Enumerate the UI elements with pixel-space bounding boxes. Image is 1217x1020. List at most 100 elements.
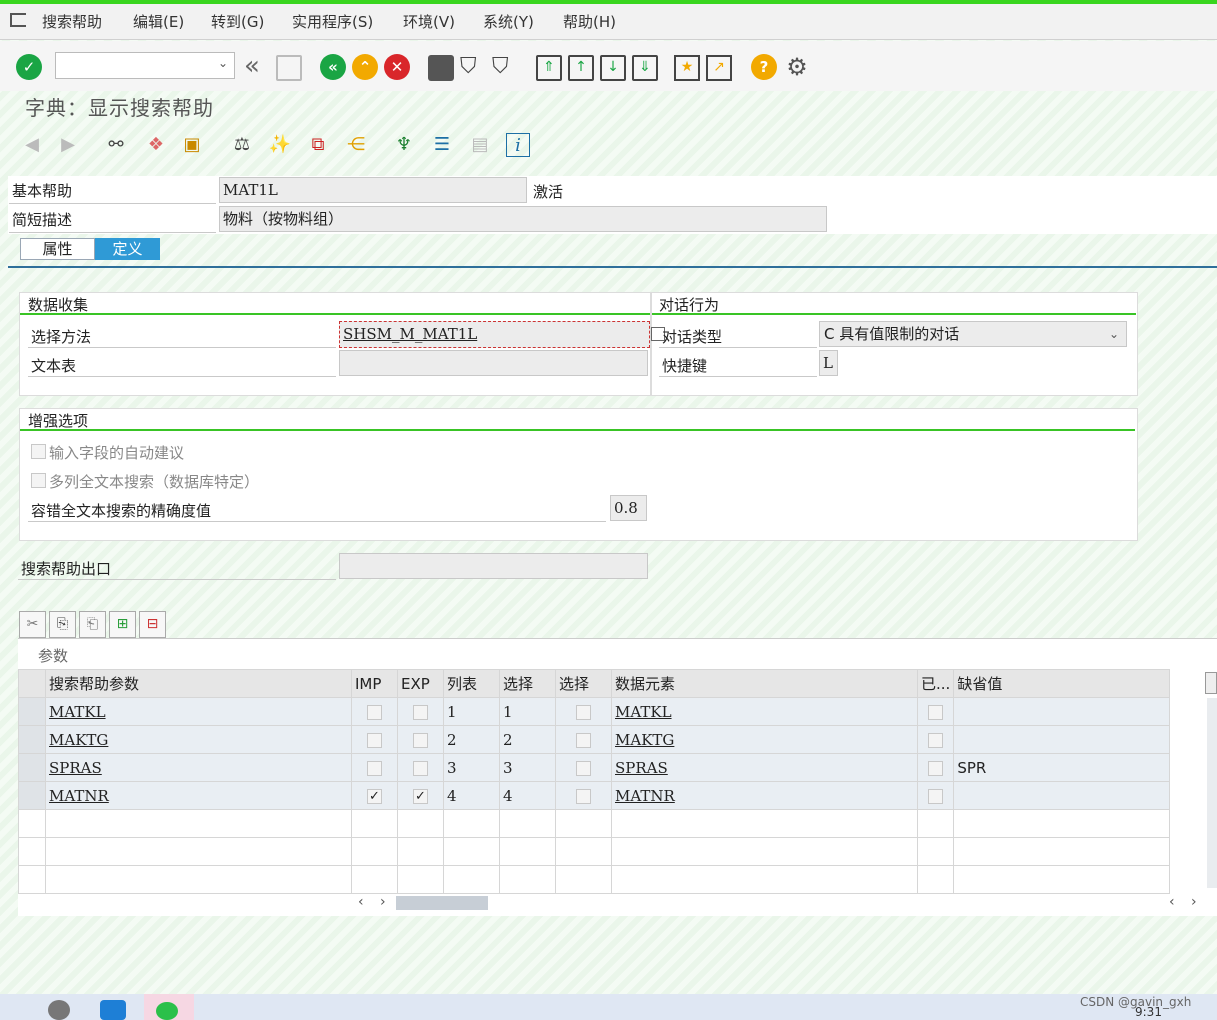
- check-icon[interactable]: ⚖: [230, 133, 254, 157]
- table-row-empty[interactable]: [18, 809, 1171, 838]
- copy-icon[interactable]: ⎘: [49, 611, 76, 638]
- activate-icon[interactable]: ▣: [180, 133, 204, 157]
- row-selector[interactable]: [18, 837, 46, 866]
- menu-edit[interactable]: 编辑(E): [133, 11, 184, 32]
- arrow-right-icon[interactable]: ▶: [56, 133, 80, 157]
- column-header[interactable]: 搜索帮助参数: [45, 669, 352, 698]
- horizontal-scrollbar-thumb[interactable]: [396, 896, 488, 910]
- app-icon[interactable]: [100, 1000, 126, 1020]
- column-header[interactable]: 选择: [499, 669, 556, 698]
- param-name-link[interactable]: MATKL: [49, 703, 106, 721]
- find-next-icon[interactable]: ⛉: [492, 54, 518, 80]
- menu-search-help[interactable]: 搜索帮助: [42, 11, 102, 32]
- sel-pos-cell[interactable]: 1: [499, 697, 556, 726]
- default-value-cell[interactable]: [953, 781, 1171, 810]
- cut-icon[interactable]: ✂: [19, 611, 46, 638]
- menu-goto[interactable]: 转到(G): [211, 11, 264, 32]
- last-page-icon[interactable]: ⇓: [632, 55, 658, 81]
- exp-checkbox[interactable]: ✓: [413, 788, 428, 804]
- row-selector[interactable]: [18, 809, 46, 838]
- basic-help-field[interactable]: MAT1L: [219, 177, 527, 203]
- wechat-icon[interactable]: [156, 1002, 178, 1020]
- modified-checkbox[interactable]: [928, 760, 944, 776]
- param-name-link[interactable]: SPRAS: [49, 759, 102, 777]
- column-header[interactable]: 列表: [443, 669, 500, 698]
- table-row-empty[interactable]: [18, 837, 1171, 866]
- data-element-link[interactable]: MAKTG: [615, 731, 674, 749]
- sel-pos-cell[interactable]: 4: [499, 781, 556, 810]
- fulltext-multicolumn-checkbox[interactable]: [31, 473, 46, 488]
- modified-checkbox[interactable]: [928, 788, 944, 804]
- print-icon[interactable]: [428, 55, 454, 81]
- scroll-right-icon[interactable]: ›: [380, 894, 386, 910]
- display-change-glasses-icon[interactable]: ⚯: [104, 133, 128, 157]
- tab-attributes[interactable]: 属性: [20, 238, 95, 260]
- info-icon[interactable]: i: [506, 133, 530, 157]
- hotkey-field[interactable]: L: [819, 350, 838, 376]
- magic-wand-icon[interactable]: ✨: [268, 133, 292, 157]
- text-table-field[interactable]: [339, 350, 648, 376]
- paste-icon[interactable]: ⎗: [79, 611, 106, 638]
- column-header[interactable]: 数据元素: [611, 669, 918, 698]
- menu-system[interactable]: 系统(Y): [483, 11, 534, 32]
- sdis-checkbox[interactable]: [576, 704, 591, 720]
- row-selector-header[interactable]: [18, 669, 46, 698]
- tab-definition[interactable]: 定义: [95, 238, 160, 260]
- selection-method-field[interactable]: SHSM_M_MAT1L: [339, 321, 650, 348]
- imp-checkbox[interactable]: [367, 760, 382, 776]
- save-icon[interactable]: [276, 55, 302, 81]
- table-row[interactable]: MATNR ✓ ✓ 4 4 MATNR: [18, 781, 1171, 810]
- other-object-icon[interactable]: ❖: [144, 133, 168, 157]
- settings-gear-icon[interactable]: ⚙: [784, 54, 810, 80]
- table-row-empty[interactable]: [18, 865, 1171, 894]
- data-element-link[interactable]: SPRAS: [615, 759, 668, 777]
- arrow-left-icon[interactable]: ◀: [20, 133, 44, 157]
- sdis-checkbox[interactable]: [576, 760, 591, 776]
- list-pos-cell[interactable]: 2: [443, 725, 500, 754]
- table-row[interactable]: MATKL 1 1 MATKL: [18, 697, 1171, 726]
- app-icon[interactable]: [48, 1000, 70, 1020]
- list-pos-cell[interactable]: 1: [443, 697, 500, 726]
- back-double-chevron-icon[interactable]: «: [244, 53, 270, 80]
- where-used-icon[interactable]: ⋲: [344, 133, 368, 157]
- short-desc-field[interactable]: 物料（按物料组）: [219, 206, 827, 232]
- insert-row-icon[interactable]: ⊞: [109, 611, 136, 638]
- column-header[interactable]: IMP: [351, 669, 398, 698]
- imp-checkbox[interactable]: [367, 732, 382, 748]
- exp-checkbox[interactable]: [413, 732, 428, 748]
- table-settings-icon[interactable]: [1205, 672, 1217, 694]
- layout-icon[interactable]: ☰: [430, 133, 454, 157]
- search-help-exit-field[interactable]: [339, 553, 648, 579]
- dialog-type-select[interactable]: C 具有值限制的对话 ⌄: [819, 321, 1127, 347]
- modified-checkbox[interactable]: [928, 704, 944, 720]
- cancel-icon[interactable]: ✕: [384, 54, 410, 80]
- sdis-checkbox[interactable]: [576, 732, 591, 748]
- scroll-left-icon[interactable]: ‹: [1169, 894, 1175, 910]
- menu-icon[interactable]: [10, 13, 26, 27]
- exp-checkbox[interactable]: [413, 704, 428, 720]
- sel-pos-cell[interactable]: 2: [499, 725, 556, 754]
- table-icon[interactable]: ▤: [468, 133, 492, 157]
- auto-suggest-checkbox[interactable]: [31, 444, 46, 459]
- enter-check-icon[interactable]: ✓: [16, 54, 42, 80]
- data-element-link[interactable]: MATKL: [615, 703, 672, 721]
- menu-environment[interactable]: 环境(V): [403, 11, 455, 32]
- imp-checkbox[interactable]: ✓: [367, 788, 382, 804]
- help-icon[interactable]: ?: [751, 54, 777, 80]
- first-page-icon[interactable]: ⇑: [536, 55, 562, 81]
- sdis-checkbox[interactable]: [576, 788, 591, 804]
- previous-page-icon[interactable]: ↑: [568, 55, 594, 81]
- delete-row-icon[interactable]: ⊟: [139, 611, 166, 638]
- exp-checkbox[interactable]: [413, 760, 428, 776]
- shortcut-icon[interactable]: ↗: [706, 55, 732, 81]
- create-session-icon[interactable]: ★: [674, 55, 700, 81]
- exit-icon[interactable]: ⌃: [352, 54, 378, 80]
- row-selector[interactable]: [18, 781, 46, 810]
- default-value-cell[interactable]: [953, 697, 1171, 726]
- hierarchy-icon[interactable]: ♆: [392, 133, 416, 157]
- menu-help[interactable]: 帮助(H): [563, 11, 616, 32]
- command-field[interactable]: ⌄: [55, 52, 235, 79]
- test-icon[interactable]: ⧉: [306, 133, 330, 157]
- data-element-link[interactable]: MATNR: [615, 787, 675, 805]
- table-row[interactable]: MAKTG 2 2 MAKTG: [18, 725, 1171, 754]
